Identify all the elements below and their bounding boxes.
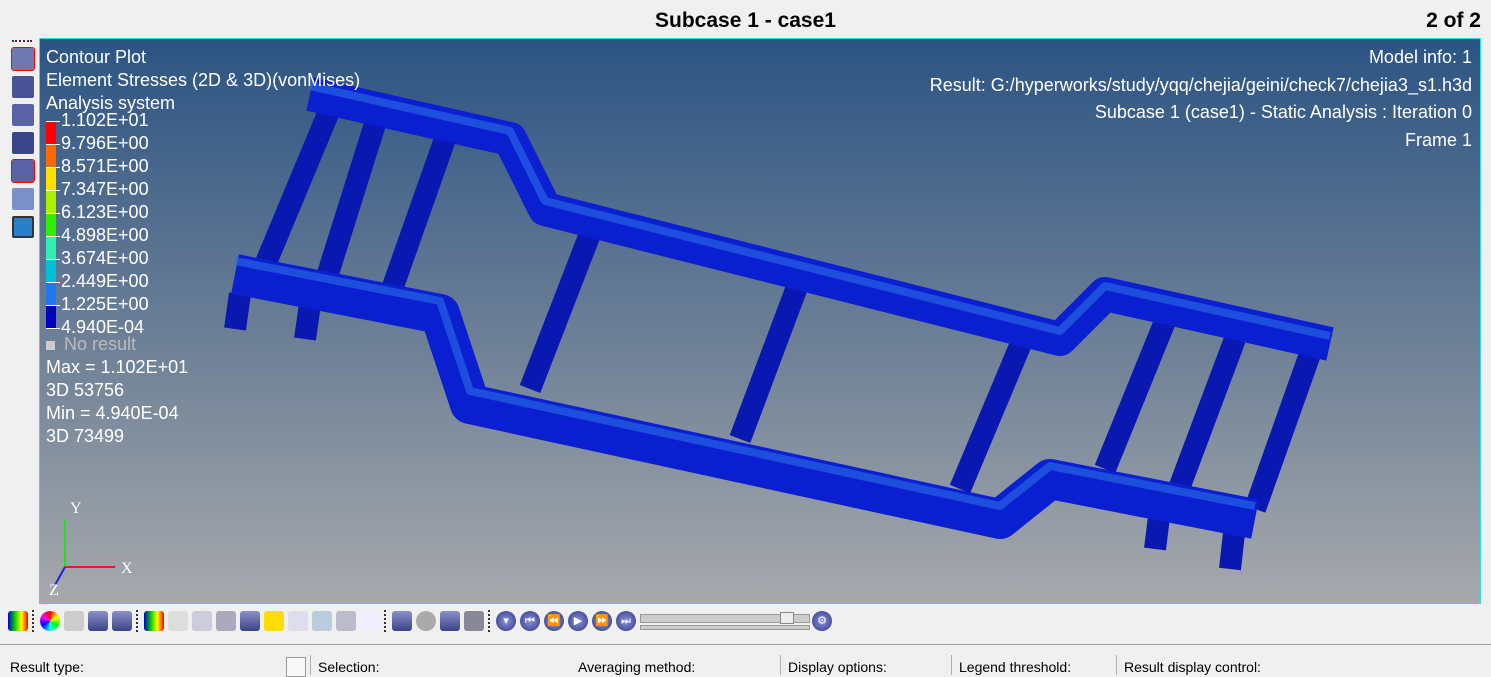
result-panel: Result type: Selection: Averaging method…	[0, 644, 1491, 677]
contour-icon[interactable]	[8, 611, 28, 631]
min-element: 3D 73499	[46, 426, 125, 446]
cross-member	[1094, 304, 1181, 474]
section-cut-icon[interactable]	[240, 611, 260, 631]
frame-info: Frame 1	[1404, 130, 1472, 150]
left-toolbar	[8, 40, 38, 600]
max-element: 3D 53756	[46, 380, 125, 400]
separator	[136, 610, 140, 632]
expression-icon[interactable]	[392, 611, 412, 631]
bottom-toolbar: ▾ ⏮ ⏪ ▶ ⏩ ⏭ ⚙	[8, 606, 1108, 636]
legend-value: 8.571E+00	[46, 156, 149, 177]
color-wheel-icon[interactable]	[40, 611, 60, 631]
mesh-solid-icon[interactable]	[12, 132, 34, 154]
features-icon[interactable]	[112, 611, 132, 631]
plot-type: Contour Plot	[46, 47, 147, 67]
no-result-swatch	[46, 341, 55, 350]
title-bar: Subcase 1 - case1 2 of 2	[0, 0, 1491, 38]
legend-icon[interactable]	[144, 611, 164, 631]
slider-handle[interactable]	[780, 612, 794, 624]
last-frame-button[interactable]: ⏭	[616, 611, 636, 631]
selection-label: Selection:	[318, 659, 380, 675]
subcase-title: Subcase 1 - case1	[655, 9, 836, 32]
mesh-icon[interactable]	[11, 47, 35, 71]
subcase-info: Subcase 1 (case1) - Static Analysis : It…	[1094, 102, 1472, 122]
result-type-label: Result type:	[10, 659, 84, 675]
legend-threshold-label: Legend threshold:	[959, 659, 1072, 675]
legend-value: 1.102E+01	[46, 110, 149, 131]
z-label: Z	[49, 582, 59, 597]
probe-icon[interactable]	[464, 611, 484, 631]
cross-member	[374, 135, 456, 313]
cross-member	[729, 275, 811, 443]
separator	[488, 610, 492, 632]
tracking-icon[interactable]	[312, 611, 332, 631]
y-label: Y	[70, 500, 82, 517]
first-frame-button[interactable]: ⏮	[520, 611, 540, 631]
mesh-grid-icon[interactable]	[12, 104, 34, 126]
iso-icon[interactable]	[168, 611, 188, 631]
settings-gear-icon[interactable]: ⚙	[812, 611, 832, 631]
load-icon[interactable]	[264, 611, 284, 631]
legend-value: 6.123E+00	[46, 202, 149, 223]
min-value: Min = 4.940E-04	[46, 403, 179, 423]
legend-value: 4.898E+00	[46, 225, 149, 246]
legend-value: 7.347E+00	[46, 179, 149, 200]
mesh-arrow-icon[interactable]	[12, 76, 34, 98]
play-button[interactable]: ▶	[568, 611, 588, 631]
legend-value: 3.674E+00	[46, 248, 149, 269]
upper-rail	[306, 77, 1334, 361]
frame-model	[224, 77, 1334, 571]
x-label: X	[121, 560, 133, 577]
display-options-label: Display options:	[788, 659, 887, 675]
max-value: Max = 1.102E+01	[46, 357, 189, 377]
cut-icon[interactable]	[440, 611, 460, 631]
separator	[384, 610, 388, 632]
toolbar-grip[interactable]	[12, 40, 32, 42]
averaging-method-label: Averaging method:	[578, 659, 696, 675]
derived-result-icon[interactable]	[288, 611, 308, 631]
leg	[224, 292, 251, 331]
no-result-label: No result	[46, 334, 136, 355]
next-frame-button[interactable]: ⏩	[592, 611, 612, 631]
leg	[294, 302, 321, 341]
separator	[32, 610, 36, 632]
result-type: Element Stresses (2D & 3D)(vonMises)	[46, 70, 361, 90]
vector-icon[interactable]	[216, 611, 236, 631]
notes-icon[interactable]	[360, 611, 380, 631]
wireframe-icon[interactable]	[64, 611, 84, 631]
model-info: Model info: 1	[1368, 47, 1472, 67]
result-display-control-label: Result display control:	[1124, 659, 1261, 675]
legend-value: 2.449E+00	[46, 271, 149, 292]
shaded-icon[interactable]	[88, 611, 108, 631]
page-indicator: 2 of 2	[1426, 9, 1481, 32]
animation-slider[interactable]	[640, 611, 810, 631]
previous-frame-button[interactable]: ⏪	[544, 611, 564, 631]
comment-icon[interactable]	[416, 611, 436, 631]
graphics-viewport[interactable]: Contour Plot Element Stresses (2D & 3D)(…	[39, 38, 1481, 604]
result-file: Result: G:/hyperworks/study/yqq/chejia/g…	[929, 75, 1472, 95]
mesh-select-icon[interactable]	[11, 159, 35, 183]
axis-triad: Y X Z	[49, 500, 133, 597]
monitor-icon[interactable]	[12, 216, 34, 238]
cross-member	[1164, 335, 1246, 503]
result-type-browse-button[interactable]	[286, 657, 306, 677]
cross-member	[1244, 350, 1321, 513]
cross-member	[519, 230, 601, 393]
legend-value: 9.796E+00	[46, 133, 149, 154]
section-icon[interactable]	[12, 188, 34, 210]
measure-icon[interactable]	[336, 611, 356, 631]
cross-member	[949, 329, 1036, 494]
legend-value: 1.225E+00	[46, 294, 149, 315]
deformed-icon[interactable]	[192, 611, 212, 631]
animation-mode-icon[interactable]: ▾	[496, 611, 516, 631]
